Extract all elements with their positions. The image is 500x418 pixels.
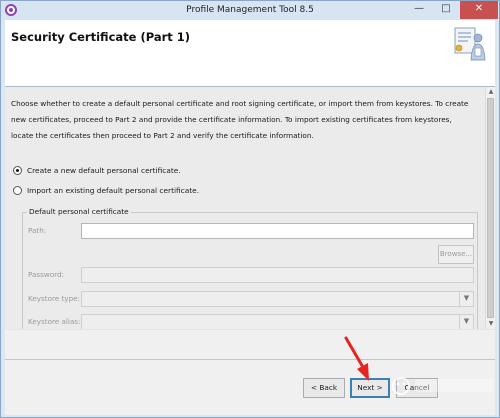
close-button[interactable]: ✕ bbox=[460, 1, 498, 19]
back-button[interactable]: < Back bbox=[303, 378, 345, 398]
scroll-down-icon[interactable]: ▼ bbox=[486, 319, 496, 329]
maximize-button[interactable]: □ bbox=[433, 1, 459, 19]
keystore-alias-combo[interactable]: ▼ bbox=[81, 314, 474, 329]
create-new-label: Create a new default personal certificat… bbox=[27, 165, 181, 175]
password-field[interactable] bbox=[81, 267, 474, 283]
vertical-scrollbar[interactable]: ▲ ▼ bbox=[485, 87, 495, 329]
content-scroll-area: Choose whether to create a default perso… bbox=[5, 87, 485, 329]
import-existing-label: Import an existing default personal cert… bbox=[27, 185, 200, 195]
import-existing-radio[interactable] bbox=[13, 185, 22, 195]
page-title: Security Certificate (Part 1) bbox=[11, 30, 191, 44]
keystore-type-combo[interactable]: ▼ bbox=[81, 291, 474, 307]
path-field[interactable] bbox=[81, 223, 474, 239]
browse-button[interactable]: Browse... bbox=[438, 245, 474, 264]
keystore-alias-label: Keystore alias: bbox=[28, 317, 81, 326]
path-input[interactable] bbox=[82, 224, 473, 238]
description-text: Choose whether to create a default perso… bbox=[11, 99, 469, 140]
cancel-button[interactable]: Cancel bbox=[396, 378, 438, 398]
scroll-thumb[interactable] bbox=[487, 98, 494, 318]
default-personal-certificate-group: Default personal certificate Path: Passw… bbox=[22, 207, 478, 329]
chevron-down-icon[interactable]: ▼ bbox=[459, 315, 473, 329]
minimize-button[interactable]: — bbox=[406, 1, 432, 19]
wizard-footer bbox=[5, 330, 495, 415]
scroll-up-icon[interactable]: ▲ bbox=[486, 87, 496, 97]
next-button[interactable]: Next > bbox=[350, 378, 390, 398]
password-label: Password: bbox=[28, 270, 64, 279]
title-bar[interactable]: Profile Management Tool 8.5 — □ ✕ bbox=[1, 1, 499, 20]
group-title: Default personal certificate bbox=[27, 207, 131, 216]
keystore-type-label: Keystore type: bbox=[28, 294, 80, 303]
option-create-new[interactable]: Create a new default personal certificat… bbox=[13, 164, 181, 176]
wizard-certificate-icon bbox=[454, 27, 486, 61]
path-label: Path: bbox=[28, 226, 47, 235]
option-import-existing[interactable]: Import an existing default personal cert… bbox=[13, 184, 199, 196]
wizard-header: Security Certificate (Part 1) bbox=[5, 20, 495, 86]
wizard-content: Choose whether to create a default perso… bbox=[5, 87, 495, 329]
create-new-radio[interactable] bbox=[13, 165, 22, 175]
profile-management-window: Profile Management Tool 8.5 — □ ✕ Securi… bbox=[0, 0, 500, 418]
footer-divider bbox=[5, 359, 495, 360]
chevron-down-icon[interactable]: ▼ bbox=[459, 292, 473, 306]
